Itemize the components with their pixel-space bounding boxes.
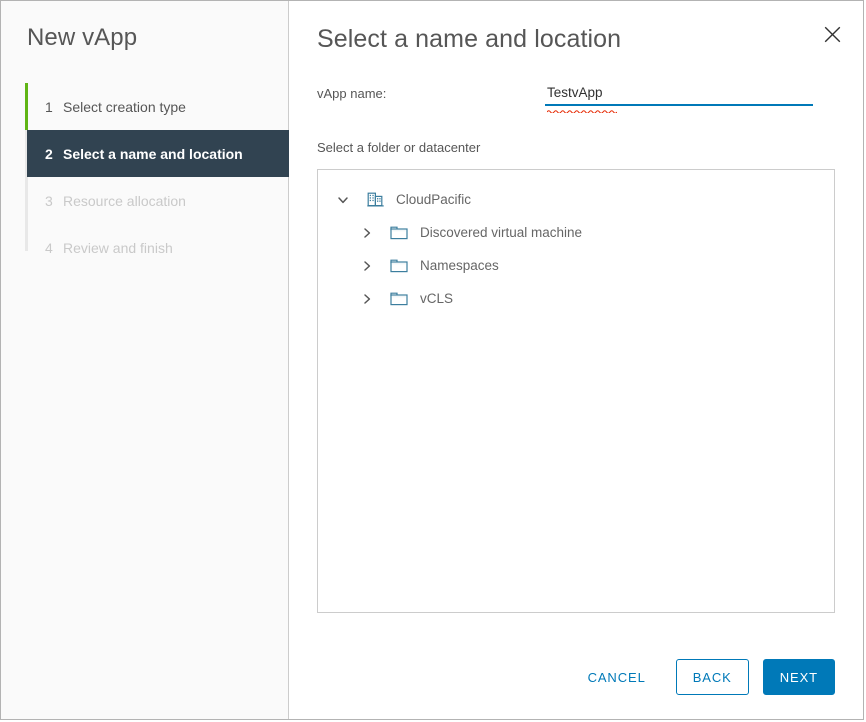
close-icon <box>824 26 841 46</box>
tree-node-namespaces[interactable]: Namespaces <box>318 249 834 282</box>
step-number: 3 <box>45 192 53 209</box>
step-number: 2 <box>45 145 53 162</box>
wizard-footer: CANCEL BACK NEXT <box>289 635 863 719</box>
step-label: Review and finish <box>63 239 173 256</box>
close-button[interactable] <box>819 23 845 49</box>
step-label: Resource allocation <box>63 192 186 209</box>
step-number: 4 <box>45 239 53 256</box>
tree-caption: Select a folder or datacenter <box>317 140 481 155</box>
sidebar-step-resource-allocation: 3 Resource allocation <box>1 177 288 224</box>
wizard-step-list: 1 Select creation type 2 Select a name a… <box>1 83 289 271</box>
chevron-down-icon[interactable] <box>332 189 354 211</box>
vapp-name-input[interactable] <box>545 85 813 106</box>
next-button[interactable]: NEXT <box>762 659 835 695</box>
chevron-right-icon[interactable] <box>356 288 378 310</box>
cancel-button[interactable]: CANCEL <box>574 659 660 695</box>
wizard-content: Select a name and location vApp name: Te… <box>289 1 863 719</box>
back-button[interactable]: BACK <box>675 659 749 695</box>
tree-node-discovered-virtual-machine[interactable]: Discovered virtual machine <box>318 216 834 249</box>
tree-node-clouDpacific[interactable]: CloudPacific <box>318 183 834 216</box>
new-vapp-wizard-dialog: New vApp 1 Select creation type 2 Select… <box>0 0 864 720</box>
sidebar-step-select-a-name-and-location[interactable]: 2 Select a name and location <box>27 130 289 177</box>
tree-node-label: CloudPacific <box>396 192 472 207</box>
chevron-right-icon[interactable] <box>356 255 378 277</box>
step-label: Select creation type <box>63 98 186 115</box>
folder-icon <box>388 289 410 309</box>
folder-tree-panel[interactable]: CloudPacific Discovered virtual machine … <box>317 169 835 613</box>
step-label: Select a name and location <box>63 145 243 162</box>
tree-node-label: Discovered virtual machine <box>420 225 583 240</box>
wizard-title: New vApp <box>27 24 138 51</box>
wizard-sidebar: New vApp 1 Select creation type 2 Select… <box>1 1 289 719</box>
page-title: Select a name and location <box>317 25 622 53</box>
tree-node-label: Namespaces <box>420 258 499 273</box>
tree-node-label: vCLS <box>420 291 454 306</box>
vapp-name-row: vApp name: <box>289 84 863 114</box>
sidebar-step-review-and-finish: 4 Review and finish <box>1 224 288 271</box>
vapp-name-label: vApp name: <box>317 86 387 101</box>
chevron-right-icon[interactable] <box>356 222 378 244</box>
content-header: Select a name and location <box>289 1 863 55</box>
folder-icon <box>388 223 410 243</box>
sidebar-step-select-creation-type[interactable]: 1 Select creation type <box>1 83 288 130</box>
vapp-name-field-wrap <box>545 84 813 114</box>
datacenter-icon <box>364 190 386 210</box>
step-number: 1 <box>45 98 53 115</box>
folder-icon <box>388 256 410 276</box>
tree-node-vcls[interactable]: vCLS <box>318 282 834 315</box>
